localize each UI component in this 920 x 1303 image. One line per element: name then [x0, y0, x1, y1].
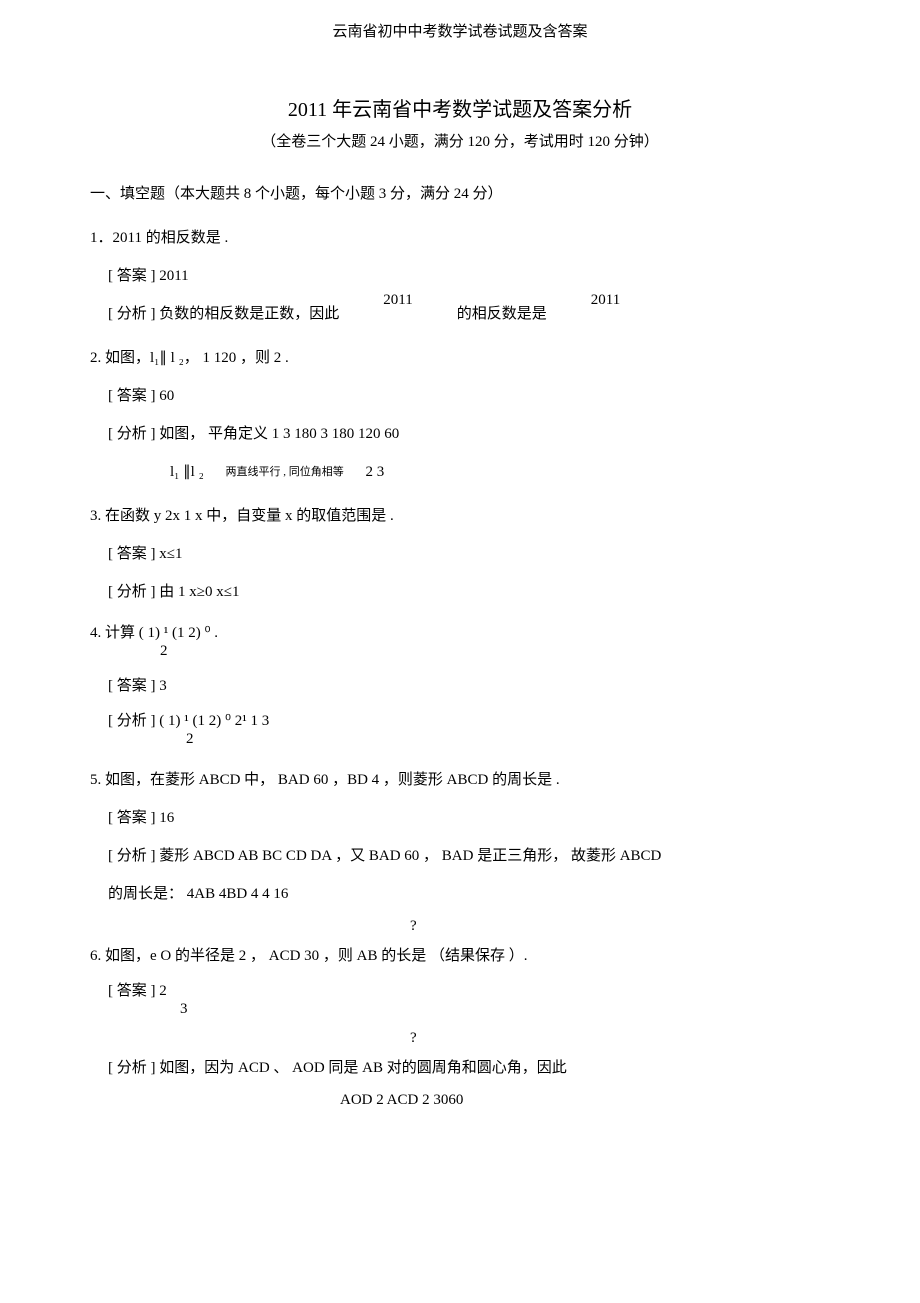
q2-ana2-left: l₁ ∥l ₂ [170, 464, 204, 480]
q5-analysis-2: 的周长是： 4AB 4BD 4 4 16 [108, 882, 830, 906]
q4-answer: [ 答案 ] 3 [108, 674, 830, 698]
q1-text: 1．2011 的相反数是 . [90, 226, 830, 250]
q2-ana2-right: 2 3 [366, 464, 385, 480]
q2-ana2-note: 两直线平行 , 同位角相等 [226, 466, 344, 478]
q6-text: 6. 如图，e O 的半径是 2 ， ACD 30 ，则 AB 的长是 （结果保… [90, 944, 830, 968]
q3-analysis: [ 分析 ] 由 1 x≥0 x≤1 [108, 580, 830, 604]
section-1-intro: 一、填空题（本大题共 8 个小题，每个小题 3 分，满分 24 分） [90, 182, 830, 206]
q1-analysis: [ 分析 ] 负数的相反数是正数，因此 2011 的相反数是是 2011 [108, 302, 830, 326]
q4-ana-top: [ 分析 ] ( 1) ¹ (1 2) ⁰ 2¹ 1 3 [108, 712, 830, 730]
q1-answer: [ 答案 ] 2011 [108, 264, 830, 288]
q6-qmark-1: ? [410, 914, 830, 938]
q4-analysis: [ 分析 ] ( 1) ¹ (1 2) ⁰ 2¹ 1 3 2 [108, 712, 830, 748]
q6-analysis-2: AOD 2 ACD 2 3060 [340, 1088, 830, 1112]
q2-answer: [ 答案 ] 60 [108, 384, 830, 408]
q1-ana-left: [ 分析 ] 负数的相反数是正数，因此 [108, 306, 339, 322]
q2-text: 2. 如图，l₁∥ l ₂， 1 120 ，则 2 . [90, 346, 830, 370]
q6-ans-top: [ 答案 ] 2 [108, 982, 830, 1000]
q4-text-top: 4. 计算 ( 1) ¹ (1 2) ⁰ . [90, 624, 830, 642]
document-page: 云南省初中中考数学试卷试题及含答案 2011 年云南省中考数学试题及答案分析 （… [0, 0, 920, 1152]
q5-text: 5. 如图，在菱形 ABCD 中， BAD 60 ，BD 4 ，则菱形 ABCD… [90, 768, 830, 792]
q1-ana-mid: 2011 [343, 288, 453, 312]
q1-ana-right-label: 的相反数是是 [457, 306, 547, 322]
q3-answer: [ 答案 ] x≤1 [108, 542, 830, 566]
q6-ans-bot: 3 [180, 1000, 830, 1018]
q2-analysis-2: l₁ ∥l ₂ 两直线平行 , 同位角相等 2 3 [170, 460, 830, 484]
q3-text: 3. 在函数 y 2x 1 x 中，自变量 x 的取值范围是 . [90, 504, 830, 528]
q4-text: 4. 计算 ( 1) ¹ (1 2) ⁰ . 2 [90, 624, 830, 660]
q2-analysis-1: [ 分析 ] 如图， 平角定义 1 3 180 3 180 120 60 [108, 422, 830, 446]
page-header: 云南省初中中考数学试卷试题及含答案 [90, 20, 830, 44]
q6-answer: [ 答案 ] 2 3 [108, 982, 830, 1018]
q6-qmark-2: ? [410, 1026, 830, 1050]
q4-text-bot: 2 [160, 642, 830, 660]
q5-analysis-1: [ 分析 ] 菱形 ABCD AB BC CD DA ，又 BAD 60 ， B… [108, 844, 830, 868]
q4-ana-bot: 2 [186, 730, 830, 748]
doc-subtitle: （全卷三个大题 24 小题，满分 120 分，考试用时 120 分钟） [90, 130, 830, 154]
q1-ana-right-val: 2011 [551, 288, 661, 312]
q6-analysis-1: [ 分析 ] 如图，因为 ACD 、 AOD 同是 AB 对的圆周角和圆心角，因… [108, 1056, 830, 1080]
doc-title: 2011 年云南省中考数学试题及答案分析 [90, 94, 830, 126]
q5-answer: [ 答案 ] 16 [108, 806, 830, 830]
